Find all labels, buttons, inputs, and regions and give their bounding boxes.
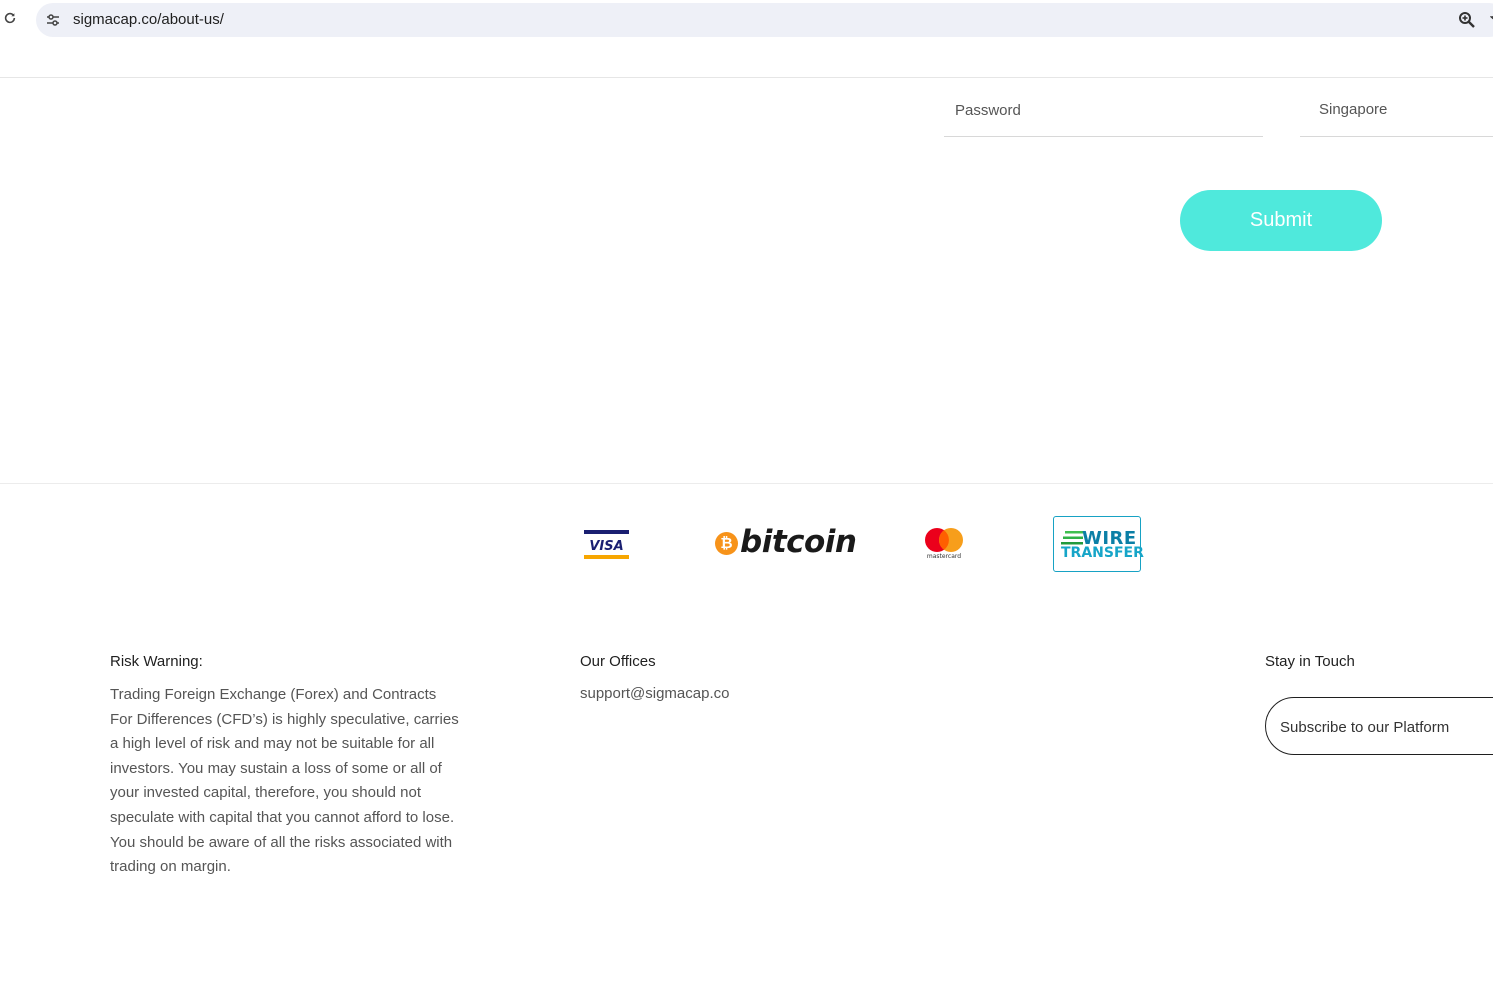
wire-transfer-line2: TRANSFER	[1061, 545, 1144, 561]
our-offices-heading: Our Offices	[580, 653, 656, 670]
risk-warning-heading: Risk Warning:	[110, 653, 203, 670]
visa-logo: VISA	[584, 530, 629, 559]
subscribe-field-wrapper	[1265, 697, 1493, 755]
site-info-icon[interactable]	[45, 12, 61, 28]
bitcoin-logo: ₿ bitcoin	[715, 524, 857, 563]
password-input[interactable]	[944, 90, 1263, 130]
country-select[interactable]: Singapore	[1300, 90, 1493, 137]
mastercard-caption: mastercard	[926, 553, 962, 560]
browser-toolbar: sigmacap.co/about-us/	[0, 0, 1493, 40]
wire-transfer-logo: WIRE TRANSFER	[1053, 516, 1144, 572]
mastercard-circles-icon	[925, 528, 963, 552]
zoom-icon[interactable]	[1458, 11, 1476, 29]
support-email-link[interactable]: support@sigmacap.co	[580, 685, 729, 702]
reload-icon[interactable]	[3, 11, 17, 25]
submit-button[interactable]: Submit	[1180, 190, 1382, 251]
header-divider	[0, 77, 1493, 78]
address-bar[interactable]: sigmacap.co/about-us/	[36, 3, 1493, 37]
country-select-value: Singapore	[1319, 101, 1388, 118]
stay-in-touch-heading: Stay in Touch	[1265, 653, 1355, 670]
url-text[interactable]: sigmacap.co/about-us/	[73, 11, 224, 28]
bitcoin-coin-icon: ₿	[715, 532, 738, 555]
section-divider	[0, 483, 1493, 484]
wire-lines-icon	[1061, 531, 1083, 545]
risk-warning-text: Trading Foreign Exchange (Forex) and Con…	[110, 686, 459, 876]
mastercard-logo: mastercard	[921, 526, 967, 562]
password-field-wrapper	[944, 90, 1263, 137]
subscribe-input[interactable]	[1278, 712, 1492, 742]
bitcoin-logo-text: bitcoin	[740, 524, 857, 560]
visa-logo-text: VISA	[589, 539, 623, 554]
